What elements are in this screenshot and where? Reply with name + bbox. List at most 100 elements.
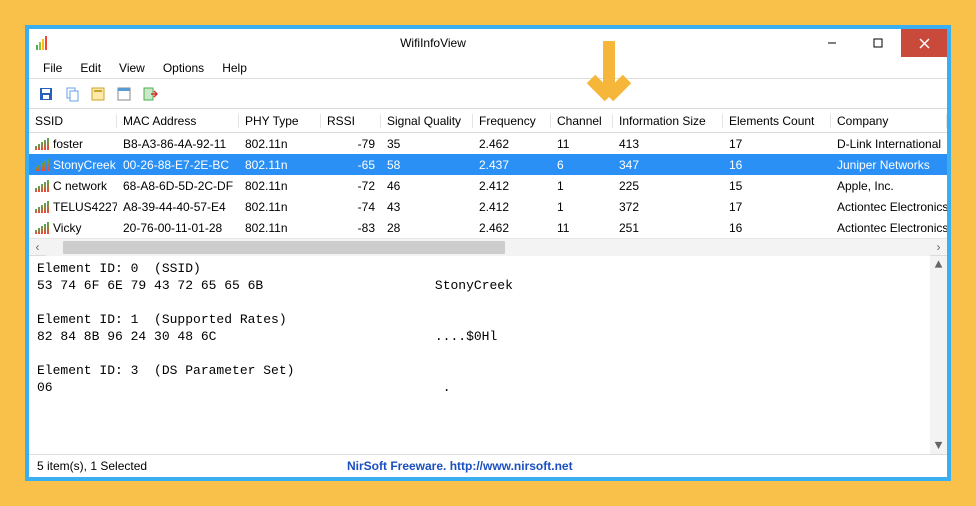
detail-line: Element ID: 1 (Supported Rates) [37, 312, 287, 327]
cell-chan: 11 [551, 137, 613, 151]
cell-ssid: foster [29, 137, 117, 151]
cell-elem: 15 [723, 179, 831, 193]
cell-chan: 6 [551, 158, 613, 172]
cell-chan: 1 [551, 200, 613, 214]
toolbar [29, 79, 947, 109]
exit-icon[interactable] [139, 83, 161, 105]
maximize-button[interactable] [855, 29, 901, 57]
cell-elem: 17 [723, 200, 831, 214]
cell-elem: 16 [723, 158, 831, 172]
wifi-signal-icon [35, 222, 49, 234]
details-vertical-scrollbar[interactable]: ▲ ▼ [930, 256, 947, 454]
app-icon [29, 36, 57, 50]
cell-info: 251 [613, 221, 723, 235]
network-table: SSID MAC Address PHY Type RSSI Signal Qu… [29, 109, 947, 256]
cell-info: 225 [613, 179, 723, 193]
cell-info: 347 [613, 158, 723, 172]
status-link[interactable]: NirSoft Freeware. http://www.nirsoft.net [347, 459, 939, 473]
table-horizontal-scrollbar[interactable]: ‹ › [29, 238, 947, 255]
copy-icon[interactable] [61, 83, 83, 105]
cell-mac: B8-A3-86-4A-92-11 [117, 137, 239, 151]
col-rssi[interactable]: RSSI [321, 114, 381, 128]
properties-icon[interactable] [87, 83, 109, 105]
scroll-track[interactable] [46, 239, 930, 256]
cell-phy: 802.11n [239, 200, 321, 214]
col-mac[interactable]: MAC Address [117, 114, 239, 128]
col-signal-quality[interactable]: Signal Quality [381, 114, 473, 128]
cell-phy: 802.11n [239, 158, 321, 172]
cell-comp: Actiontec Electronics, [831, 200, 947, 214]
col-phy[interactable]: PHY Type [239, 114, 321, 128]
cell-rssi: -65 [321, 158, 381, 172]
cell-mac: 20-76-00-11-01-28 [117, 221, 239, 235]
cell-comp: Apple, Inc. [831, 179, 947, 193]
app-window: WifiInfoView File Edit View Options Help… [28, 28, 948, 478]
detail-ascii: StonyCreek [435, 278, 513, 293]
cell-comp: D-Link International [831, 137, 947, 151]
menu-edit[interactable]: Edit [72, 59, 109, 77]
table-header: SSID MAC Address PHY Type RSSI Signal Qu… [29, 109, 947, 133]
cell-ssid: StonyCreek [29, 158, 117, 172]
cell-mac: 68-A8-6D-5D-2C-DF [117, 179, 239, 193]
scroll-down-arrow-icon[interactable]: ▼ [930, 437, 947, 454]
cell-freq: 2.462 [473, 137, 551, 151]
table-row[interactable]: StonyCreek00-26-88-E7-2E-BC802.11n-65582… [29, 154, 947, 175]
menu-view[interactable]: View [111, 59, 153, 77]
scroll-thumb[interactable] [63, 241, 505, 254]
cell-chan: 11 [551, 221, 613, 235]
scroll-right-arrow-icon[interactable]: › [930, 239, 947, 256]
wifi-signal-icon [35, 159, 49, 171]
col-information-size[interactable]: Information Size [613, 114, 723, 128]
table-row[interactable]: TELUS4227A8-39-44-40-57-E4802.11n-74432.… [29, 196, 947, 217]
detail-ascii: . [443, 380, 451, 395]
cell-mac: 00-26-88-E7-2E-BC [117, 158, 239, 172]
cell-info: 413 [613, 137, 723, 151]
cell-elem: 16 [723, 221, 831, 235]
detail-hex: 53 74 6F 6E 79 43 72 65 65 6B [37, 278, 263, 293]
col-channel[interactable]: Channel [551, 114, 613, 128]
cell-rssi: -83 [321, 221, 381, 235]
col-elements-count[interactable]: Elements Count [723, 114, 831, 128]
wifi-signal-icon [35, 180, 49, 192]
cell-sq: 46 [381, 179, 473, 193]
col-frequency[interactable]: Frequency [473, 114, 551, 128]
col-company[interactable]: Company [831, 114, 947, 128]
titlebar: WifiInfoView [29, 29, 947, 57]
table-row[interactable]: Vicky20-76-00-11-01-28802.11n-83282.4621… [29, 217, 947, 238]
cell-comp: Juniper Networks [831, 158, 947, 172]
cell-freq: 2.412 [473, 179, 551, 193]
detail-hex: 82 84 8B 96 24 30 48 6C [37, 329, 216, 344]
cell-phy: 802.11n [239, 221, 321, 235]
wifi-signal-icon [35, 138, 49, 150]
scroll-up-arrow-icon[interactable]: ▲ [930, 256, 947, 273]
cell-sq: 43 [381, 200, 473, 214]
cell-sq: 58 [381, 158, 473, 172]
detail-ascii: ....$0Hl [435, 329, 497, 344]
close-button[interactable] [901, 29, 947, 57]
minimize-button[interactable] [809, 29, 855, 57]
details-pane: Element ID: 0 (SSID) 53 74 6F 6E 79 43 7… [29, 256, 947, 455]
status-count: 5 item(s), 1 Selected [37, 459, 347, 473]
window-controls [809, 29, 947, 57]
cell-ssid: C network [29, 179, 117, 193]
cell-phy: 802.11n [239, 137, 321, 151]
detail-line: Element ID: 0 (SSID) [37, 261, 201, 276]
save-icon[interactable] [35, 83, 57, 105]
menu-options[interactable]: Options [155, 59, 212, 77]
cell-freq: 2.462 [473, 221, 551, 235]
table-row[interactable]: fosterB8-A3-86-4A-92-11802.11n-79352.462… [29, 133, 947, 154]
menu-file[interactable]: File [35, 59, 70, 77]
detail-hex: 06 [37, 380, 53, 395]
col-ssid[interactable]: SSID [29, 114, 117, 128]
table-row[interactable]: C network68-A8-6D-5D-2C-DF802.11n-72462.… [29, 175, 947, 196]
detail-line: Element ID: 3 (DS Parameter Set) [37, 363, 294, 378]
cell-ssid: Vicky [29, 221, 117, 235]
wifi-signal-icon [35, 201, 49, 213]
scroll-left-arrow-icon[interactable]: ‹ [29, 239, 46, 256]
cell-chan: 1 [551, 179, 613, 193]
cell-mac: A8-39-44-40-57-E4 [117, 200, 239, 214]
menu-help[interactable]: Help [214, 59, 255, 77]
window-title: WifiInfoView [57, 36, 809, 50]
html-report-icon[interactable] [113, 83, 135, 105]
cell-elem: 17 [723, 137, 831, 151]
